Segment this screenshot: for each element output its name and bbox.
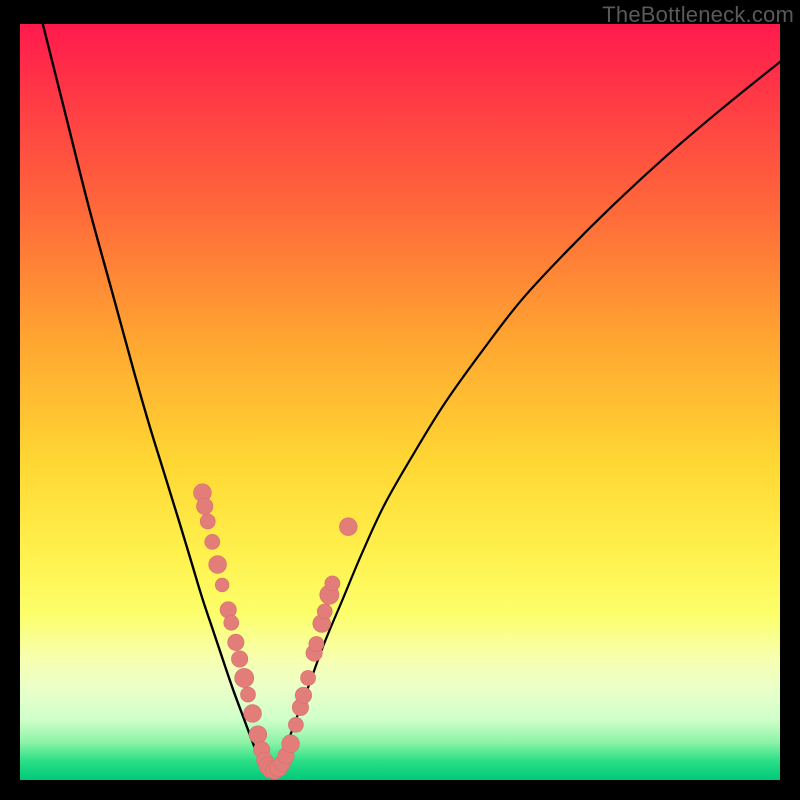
data-marker (288, 717, 303, 732)
data-marker (301, 670, 316, 685)
data-marker (196, 498, 212, 514)
data-marker (205, 534, 220, 549)
data-marker (244, 705, 262, 723)
chart-stage: TheBottleneck.com (0, 0, 800, 800)
data-marker (339, 518, 357, 536)
data-marker (325, 576, 340, 591)
data-marker (317, 604, 332, 619)
data-marker (249, 726, 267, 744)
data-marker (200, 514, 215, 529)
data-marker (228, 634, 244, 650)
data-marker (224, 615, 239, 630)
data-marker (215, 578, 229, 592)
plot-area (20, 24, 780, 780)
data-marker (282, 735, 300, 753)
data-marker (295, 687, 311, 703)
data-marker (235, 668, 254, 687)
data-marker (209, 556, 227, 574)
markers-svg (20, 24, 780, 780)
data-marker (309, 636, 324, 651)
data-marker (240, 687, 255, 702)
data-marker (231, 651, 247, 667)
